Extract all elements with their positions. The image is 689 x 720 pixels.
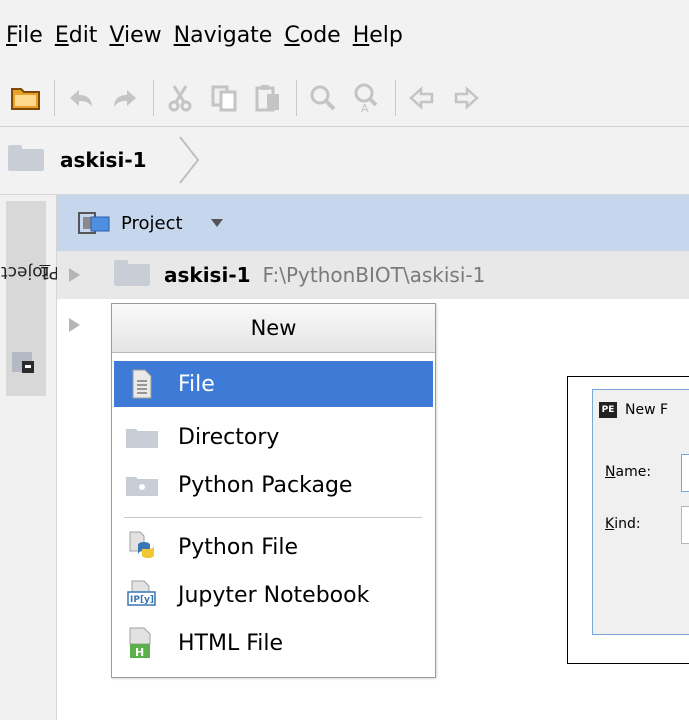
paste-icon[interactable] <box>250 80 286 116</box>
redo-icon[interactable] <box>107 80 143 116</box>
file-icon <box>126 368 158 400</box>
undo-icon[interactable] <box>63 80 99 116</box>
tree-row-root[interactable]: askisi-1 F:\PythonBIOT\askisi-1 <box>57 251 689 299</box>
toolbar-separator <box>153 80 154 116</box>
open-folder-icon[interactable] <box>8 80 44 116</box>
menu-item-python-file[interactable]: Python File <box>114 524 433 570</box>
project-view-icon <box>78 212 110 234</box>
menu-help[interactable]: Help <box>353 23 403 48</box>
left-tool-strip: 1: Project <box>0 195 71 720</box>
html-file-icon: H <box>126 627 158 659</box>
folder-icon <box>126 421 158 453</box>
svg-text:H: H <box>135 646 144 659</box>
package-icon <box>126 469 158 501</box>
chevron-down-icon[interactable] <box>210 219 223 227</box>
svg-text:A: A <box>361 102 369 113</box>
menu-code[interactable]: Code <box>284 23 340 48</box>
toolbar-separator <box>395 80 396 116</box>
back-icon[interactable] <box>404 80 440 116</box>
breadcrumb: askisi-1 <box>0 127 689 195</box>
kind-label: Kind: <box>605 516 641 532</box>
new-file-dialog: PE New F Name: Kind: <box>567 376 689 664</box>
svg-text:IP[y]: IP[y] <box>130 595 154 605</box>
python-file-icon <box>126 531 158 563</box>
menu-item-html-file[interactable]: H HTML File <box>114 620 433 666</box>
new-popup-menu: New File Directory Python Package Python… <box>111 303 436 678</box>
name-label: Name: <box>605 464 652 480</box>
menu-bar: File Edit View Navigate Code Help <box>0 0 689 70</box>
project-view-selector[interactable]: Project <box>121 213 183 234</box>
menu-separator <box>124 517 422 518</box>
menu-view[interactable]: View <box>109 23 161 48</box>
menu-item-directory[interactable]: Directory <box>114 414 433 460</box>
menu-item-python-package[interactable]: Python Package <box>114 462 433 508</box>
project-panel-header: Project <box>57 195 689 251</box>
copy-icon[interactable] <box>206 80 242 116</box>
breadcrumb-separator <box>179 136 200 184</box>
menu-item-jupyter-notebook[interactable]: IP[y] Jupyter Notebook <box>114 572 433 618</box>
find-icon[interactable] <box>305 80 341 116</box>
dialog-title: PE New F <box>599 402 668 418</box>
folder-icon <box>114 260 150 286</box>
replace-icon[interactable]: A <box>349 80 385 116</box>
pycharm-logo-icon: PE <box>599 402 617 418</box>
toolbar: A <box>0 70 689 127</box>
toolbar-separator <box>296 80 297 116</box>
expand-arrow-icon[interactable] <box>69 268 80 282</box>
menu-file[interactable]: File <box>6 23 43 48</box>
dialog-window: PE New F Name: Kind: <box>592 389 689 635</box>
tab-project-label: 1: Project <box>1 262 71 282</box>
cut-icon[interactable] <box>162 80 198 116</box>
forward-icon[interactable] <box>448 80 484 116</box>
expand-arrow-icon[interactable] <box>69 318 80 332</box>
jupyter-icon: IP[y] <box>126 579 158 611</box>
name-input[interactable] <box>681 454 689 492</box>
breadcrumb-project[interactable]: askisi-1 <box>8 141 147 179</box>
menu-navigate[interactable]: Navigate <box>174 23 273 48</box>
project-tool-icon <box>12 352 34 373</box>
popup-title: New <box>112 304 435 353</box>
toolbar-separator <box>54 80 55 116</box>
folder-icon <box>8 145 44 171</box>
menu-item-file[interactable]: File <box>114 361 433 407</box>
menu-edit[interactable]: Edit <box>55 23 98 48</box>
kind-select[interactable] <box>681 506 689 544</box>
